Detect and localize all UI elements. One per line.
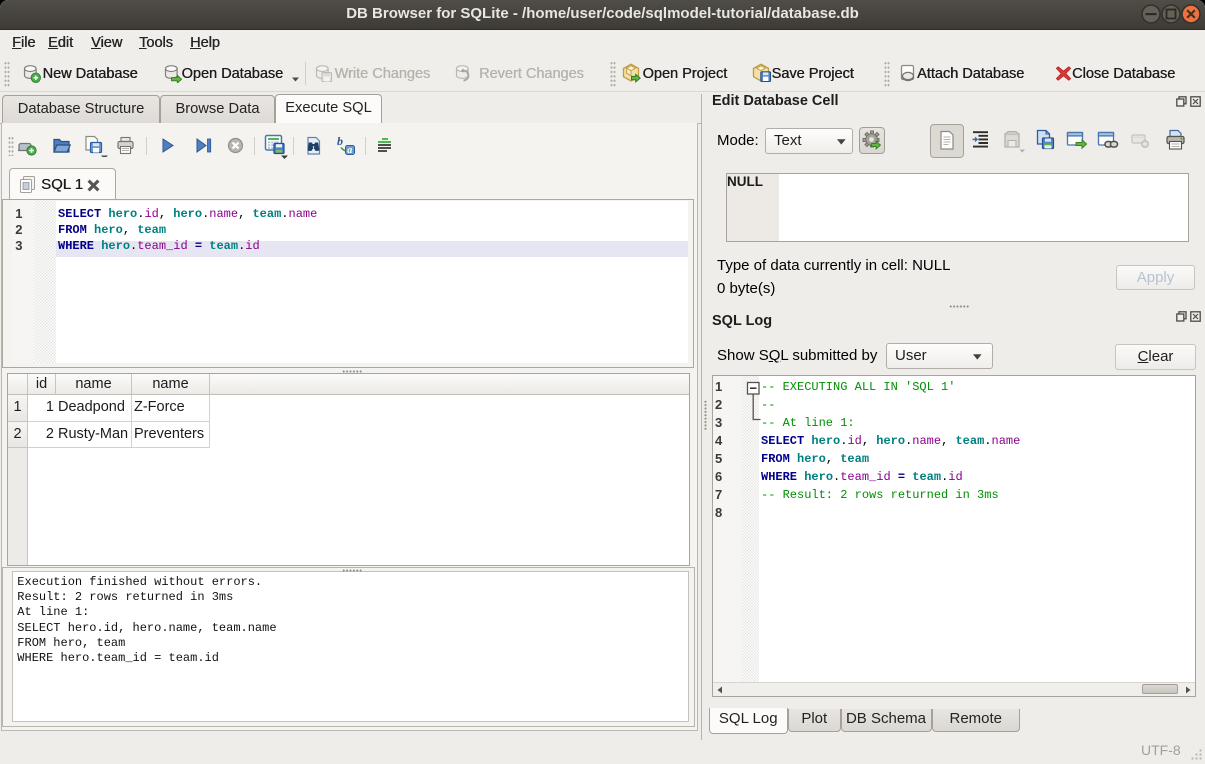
svg-text:a: a: [347, 145, 352, 156]
svg-text:b: b: [337, 135, 343, 148]
